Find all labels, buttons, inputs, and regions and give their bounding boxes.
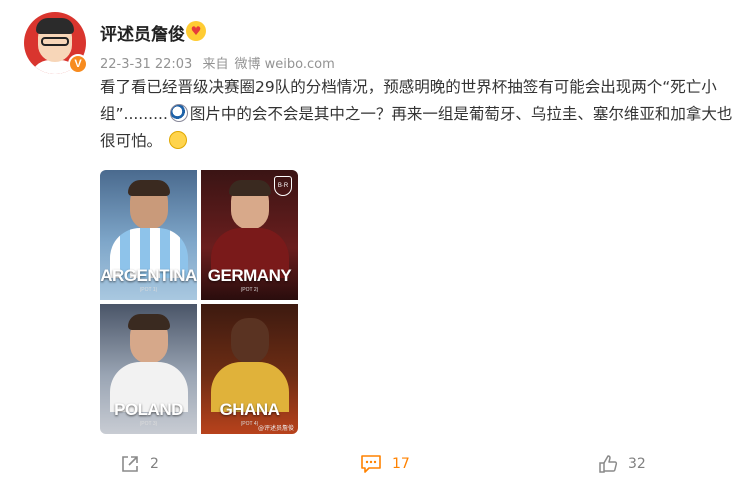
br-logo-icon: B·R bbox=[274, 176, 292, 196]
tile-country: ARGENTINA bbox=[100, 266, 197, 285]
repost-button[interactable]: 2 bbox=[120, 454, 159, 474]
username[interactable]: 评述员詹俊 bbox=[100, 20, 185, 45]
comment-button[interactable]: 17 bbox=[360, 454, 410, 474]
post-source[interactable]: 微博 weibo.com bbox=[235, 57, 335, 72]
player-hair bbox=[128, 314, 170, 330]
avatar-hair bbox=[36, 18, 74, 34]
tile-country: GERMANY bbox=[207, 266, 292, 285]
image-tile-ghana: GHANA (POT 4) @评述员詹俊 bbox=[201, 304, 298, 434]
player-hair bbox=[229, 180, 271, 196]
image-watermark: @评述员詹俊 bbox=[257, 425, 294, 432]
tile-pot: (POT 1) bbox=[139, 287, 158, 293]
post-time[interactable]: 22-3-31 22:03 bbox=[100, 57, 192, 72]
post-image[interactable]: ARGENTINA (POT 1) B·R GERMANY (POT 2) PO… bbox=[100, 170, 298, 434]
post-actions: 2 17 32 bbox=[0, 450, 750, 480]
share-icon bbox=[122, 456, 138, 472]
source-prefix: 来自 bbox=[202, 57, 229, 72]
image-tile-poland: POLAND (POT 3) bbox=[100, 304, 197, 434]
tile-pot: (POT 2) bbox=[240, 287, 259, 293]
post-text-part2: 图片中的会不会是其中之一？再来一组是葡萄牙、乌拉圭、塞尔维亚和加拿大也很可怕。 bbox=[100, 105, 733, 150]
tile-country: POLAND bbox=[114, 400, 183, 419]
tile-country: GHANA bbox=[219, 400, 280, 419]
player-hair bbox=[128, 180, 170, 196]
like-count: 32 bbox=[628, 456, 646, 472]
tile-pot: (POT 3) bbox=[139, 421, 158, 427]
like-button[interactable]: 32 bbox=[598, 454, 646, 474]
image-tile-germany: B·R GERMANY (POT 2) bbox=[201, 170, 298, 300]
comment-icon bbox=[361, 455, 381, 473]
laugh-cry-emoji-icon bbox=[168, 131, 187, 149]
post-body: 看了看已经晋级决赛圈29队的分档情况，预感明晚的世界杯抽签有可能会出现两个“死亡… bbox=[100, 74, 740, 155]
heart-eyes-icon: ♥ bbox=[186, 21, 206, 41]
verified-badge-icon: V bbox=[68, 54, 88, 74]
football-emoji-icon bbox=[169, 104, 188, 122]
thumbs-up-icon bbox=[599, 455, 618, 473]
repost-count: 2 bbox=[150, 456, 159, 472]
avatar-glasses bbox=[41, 37, 69, 46]
comment-count: 17 bbox=[392, 456, 410, 472]
image-tile-argentina: ARGENTINA (POT 1) bbox=[100, 170, 197, 300]
player-head bbox=[231, 318, 269, 364]
post-meta: 22-3-31 22:03 来自 微博 weibo.com bbox=[100, 53, 341, 72]
